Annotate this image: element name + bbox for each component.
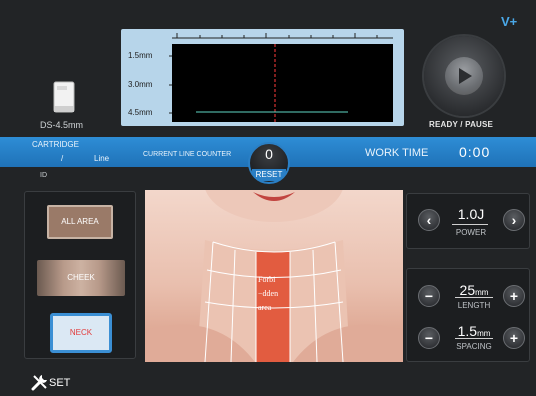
work-time-value: 0:00 — [459, 144, 491, 160]
length-unit: mm — [475, 288, 489, 297]
length-value: 25mm — [459, 282, 489, 298]
length-label: LENGTH — [457, 301, 491, 310]
cartridge-model: DS-4.5mm — [40, 120, 84, 130]
chevron-left-icon: ‹ — [426, 212, 432, 228]
cartridge-icon — [53, 81, 75, 113]
reset-label[interactable]: RESET — [252, 169, 286, 181]
cartridge-slash: / — [61, 154, 64, 163]
spacing-increase-button[interactable]: + — [503, 327, 525, 349]
id-label: ID — [40, 172, 47, 179]
length-decrease-button[interactable]: − — [418, 285, 440, 307]
chevron-right-icon: › — [511, 212, 517, 228]
length-increase-button[interactable]: + — [503, 285, 525, 307]
ready-pause-label: READY / PAUSE — [429, 120, 494, 129]
power-increase-button[interactable]: › — [503, 209, 525, 231]
forbidden-line-2: −dden — [258, 289, 279, 298]
spacing-label: SPACING — [456, 342, 492, 351]
cartridge-line-label: Line — [94, 154, 110, 163]
wrench-screwdriver-icon[interactable] — [30, 372, 50, 392]
forbidden-line-1: Forbi — [258, 275, 276, 284]
spacing-divider — [455, 338, 493, 339]
spacing-unit: mm — [477, 329, 491, 338]
work-time-label: WORK TIME — [365, 147, 429, 159]
plus-icon: + — [509, 288, 519, 304]
spacing-decrease-button[interactable]: − — [418, 327, 440, 349]
play-icon — [459, 68, 472, 84]
forbidden-area-label: Forbi −dden area — [258, 273, 298, 315]
minus-icon: − — [424, 288, 434, 304]
length-divider — [455, 297, 493, 298]
cheek-area-button[interactable]: CHEEK — [37, 260, 125, 296]
line-counter-value: 0 — [265, 146, 273, 162]
depth-label-2: 3.0mm — [128, 80, 153, 89]
cartridge-title: CARTRIDGE — [32, 140, 79, 149]
power-decrease-button[interactable]: ‹ — [418, 209, 440, 231]
depth-monitor-overlay — [196, 44, 348, 122]
depth-label-1: 1.5mm — [128, 51, 153, 60]
power-value: 1.0J — [457, 206, 485, 222]
neck-area-button[interactable]: NECK — [50, 313, 112, 353]
forbidden-line-3: area — [258, 303, 272, 312]
settings-label[interactable]: SET — [49, 377, 70, 389]
spacing-value: 1.5mm — [457, 323, 491, 339]
all-area-button[interactable]: ALL AREA — [47, 205, 113, 239]
minus-icon: − — [424, 330, 434, 346]
brand-logo: V+ — [501, 14, 518, 29]
power-label: POWER — [455, 228, 487, 237]
plus-icon: + — [509, 330, 519, 346]
line-counter-label: CURRENT LINE COUNTER — [143, 151, 232, 158]
depth-label-3: 4.5mm — [128, 108, 153, 117]
power-divider — [452, 224, 488, 225]
